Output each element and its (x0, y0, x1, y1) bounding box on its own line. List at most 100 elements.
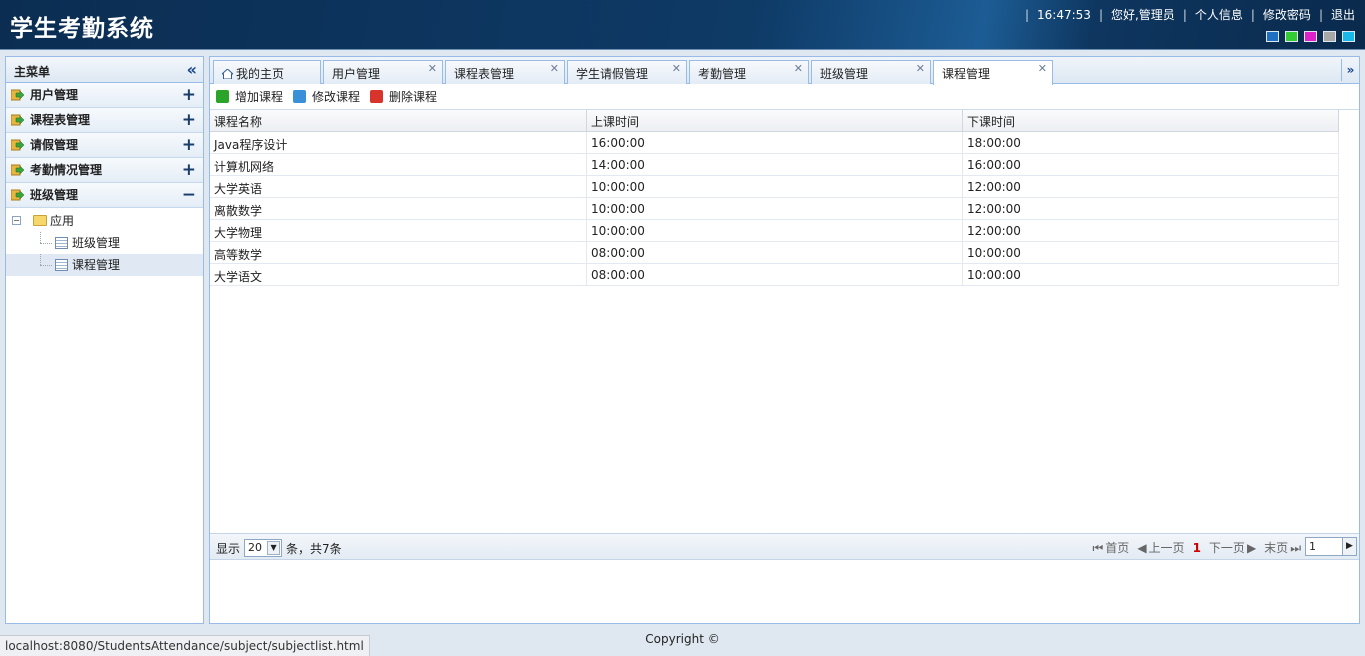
tree-node-label: 应用 (50, 214, 75, 228)
sidebar-item-2[interactable]: 课程表管理 + (6, 108, 203, 133)
page-navigation: ⏮ 首页 ◀ 上一页 1 下一页 ▶ 末页 ⏭ (1084, 539, 1301, 556)
table-cell: 08:00:00 (587, 242, 963, 263)
tab-4[interactable]: 学生请假管理 ✕ (567, 60, 687, 84)
theme-swatch-3[interactable] (1304, 31, 1317, 42)
toolbar: 增加课程 修改课程 删除课程 (210, 84, 1359, 110)
close-icon[interactable]: ✕ (794, 62, 803, 75)
sidebar-item-1[interactable]: 用户管理 + (6, 83, 203, 108)
column-header-course-name[interactable]: 课程名称 (210, 110, 587, 131)
tab-1[interactable]: 我的主页 (213, 60, 321, 84)
tab-6[interactable]: 班级管理 ✕ (811, 60, 931, 84)
tree-connector (40, 265, 52, 266)
collapse-icon[interactable]: − (182, 183, 196, 207)
close-icon[interactable]: ✕ (1038, 62, 1047, 75)
add-course-button[interactable]: 增加课程 (216, 88, 283, 105)
column-header-start-time[interactable]: 上课时间 (587, 110, 963, 131)
close-icon[interactable]: ✕ (672, 62, 681, 75)
main-panel: » 我的主页 用户管理 ✕ 课程表管理 ✕ 学生请假管理 ✕ 考勤管理 ✕ 班级管理 ✕ 课程管理 ✕ … (209, 56, 1360, 624)
tab-label: 班级管理 (820, 67, 869, 81)
prev-page-button[interactable]: ◀ 上一页 (1137, 539, 1184, 556)
first-page-label: 首页 (1105, 541, 1130, 555)
page-size-select[interactable]: 20 ▼ (244, 539, 283, 557)
first-page-button[interactable]: ⏮ 首页 (1092, 539, 1129, 556)
close-icon[interactable]: ✕ (550, 62, 559, 75)
tab-3[interactable]: 课程表管理 ✕ (445, 60, 565, 84)
course-grid: 课程名称 上课时间 下课时间 Java程序设计 16:00:00 18:00:00 计… (210, 110, 1359, 534)
change-password-link[interactable]: 修改密码 (1263, 6, 1311, 23)
sidebar: 主菜单 « 用户管理 + 课程表管理 + 请假管理 + 考勤情况管理 + 班级管理 − − 应用 … (5, 56, 204, 624)
expand-icon[interactable]: + (182, 83, 196, 107)
table-cell: 14:00:00 (587, 154, 963, 175)
table-row[interactable]: 计算机网络 14:00:00 16:00:00 (210, 154, 1339, 176)
theme-swatch-1[interactable] (1266, 31, 1279, 42)
table-row[interactable]: 大学语文 08:00:00 10:00:00 (210, 264, 1339, 286)
next-page-button[interactable]: 下一页 ▶ (1209, 539, 1256, 556)
tab-label: 学生请假管理 (576, 67, 649, 81)
table-cell: 高等数学 (210, 242, 587, 263)
menu-tree: − 应用 班级管理 课程管理 (6, 208, 203, 276)
delete-icon (370, 90, 384, 103)
nav-separator: | (1250, 7, 1255, 22)
go-arrow-icon[interactable]: ▶ (1342, 538, 1356, 555)
table-cell: 12:00:00 (963, 198, 1339, 219)
tab-label: 用户管理 (332, 67, 381, 81)
theme-switcher (1266, 31, 1355, 42)
tree-node-class-management[interactable]: 班级管理 (6, 232, 203, 254)
close-icon[interactable]: ✕ (916, 62, 925, 75)
app-title: 学生考勤系统 (10, 16, 154, 42)
table-cell: 10:00:00 (963, 242, 1339, 263)
tab-7[interactable]: 课程管理 ✕ (933, 60, 1053, 85)
menu-arrow-icon (11, 164, 24, 176)
prev-page-label: 上一页 (1148, 541, 1185, 555)
page-number-value: 1 (1309, 540, 1316, 553)
table-row[interactable]: 大学物理 10:00:00 12:00:00 (210, 220, 1339, 242)
sidebar-item-label: 考勤情况管理 (30, 163, 103, 177)
theme-swatch-5[interactable] (1342, 31, 1355, 42)
last-page-label: 末页 (1264, 541, 1289, 555)
table-row[interactable]: 大学英语 10:00:00 12:00:00 (210, 176, 1339, 198)
sidebar-item-label: 班级管理 (30, 188, 79, 202)
menu-arrow-icon (11, 189, 24, 201)
tree-node-root[interactable]: − 应用 (6, 210, 203, 232)
theme-swatch-4[interactable] (1323, 31, 1336, 42)
expand-icon[interactable]: + (182, 158, 196, 182)
browser-status-url: localhost:8080/StudentsAttendance/subjec… (0, 635, 370, 656)
delete-course-button[interactable]: 删除课程 (370, 88, 437, 105)
tree-node-label: 课程管理 (72, 258, 121, 272)
table-row[interactable]: 高等数学 08:00:00 10:00:00 (210, 242, 1339, 264)
theme-swatch-2[interactable] (1285, 31, 1298, 42)
tab-2[interactable]: 用户管理 ✕ (323, 60, 443, 84)
table-cell: 08:00:00 (587, 264, 963, 285)
page-number-input[interactable]: 1 ▶ (1305, 537, 1357, 556)
menu-arrow-icon (11, 139, 24, 151)
tab-5[interactable]: 考勤管理 ✕ (689, 60, 809, 84)
collapse-node-icon[interactable]: − (12, 216, 21, 225)
tree-connector (40, 243, 52, 244)
tree-node-course-management[interactable]: 课程管理 (6, 254, 203, 276)
edit-course-button[interactable]: 修改课程 (293, 88, 360, 105)
tree-node-label: 班级管理 (72, 236, 121, 250)
sidebar-item-4[interactable]: 考勤情况管理 + (6, 158, 203, 183)
tab-menu-icon[interactable]: » (1341, 59, 1359, 81)
table-cell: 10:00:00 (587, 220, 963, 241)
last-page-button[interactable]: 末页 ⏭ (1264, 539, 1301, 556)
table-cell: 10:00:00 (963, 264, 1339, 285)
table-row[interactable]: Java程序设计 16:00:00 18:00:00 (210, 132, 1339, 154)
expand-icon[interactable]: + (182, 108, 196, 132)
logout-link[interactable]: 退出 (1331, 6, 1355, 23)
sidebar-header: 主菜单 « (6, 57, 203, 83)
close-icon[interactable]: ✕ (428, 62, 437, 75)
column-header-end-time[interactable]: 下课时间 (963, 110, 1339, 131)
menu-arrow-icon (11, 89, 24, 101)
tab-label: 我的主页 (236, 67, 285, 81)
sidebar-item-5[interactable]: 班级管理 − (6, 183, 203, 208)
table-cell: 大学英语 (210, 176, 587, 197)
expand-icon[interactable]: + (182, 133, 196, 157)
next-page-label: 下一页 (1208, 541, 1245, 555)
sidebar-item-3[interactable]: 请假管理 + (6, 133, 203, 158)
table-cell: 10:00:00 (587, 176, 963, 197)
collapse-left-icon[interactable]: « (187, 60, 197, 79)
profile-link[interactable]: 个人信息 (1195, 6, 1243, 23)
tree-connector (40, 232, 41, 243)
table-row[interactable]: 离散数学 10:00:00 12:00:00 (210, 198, 1339, 220)
